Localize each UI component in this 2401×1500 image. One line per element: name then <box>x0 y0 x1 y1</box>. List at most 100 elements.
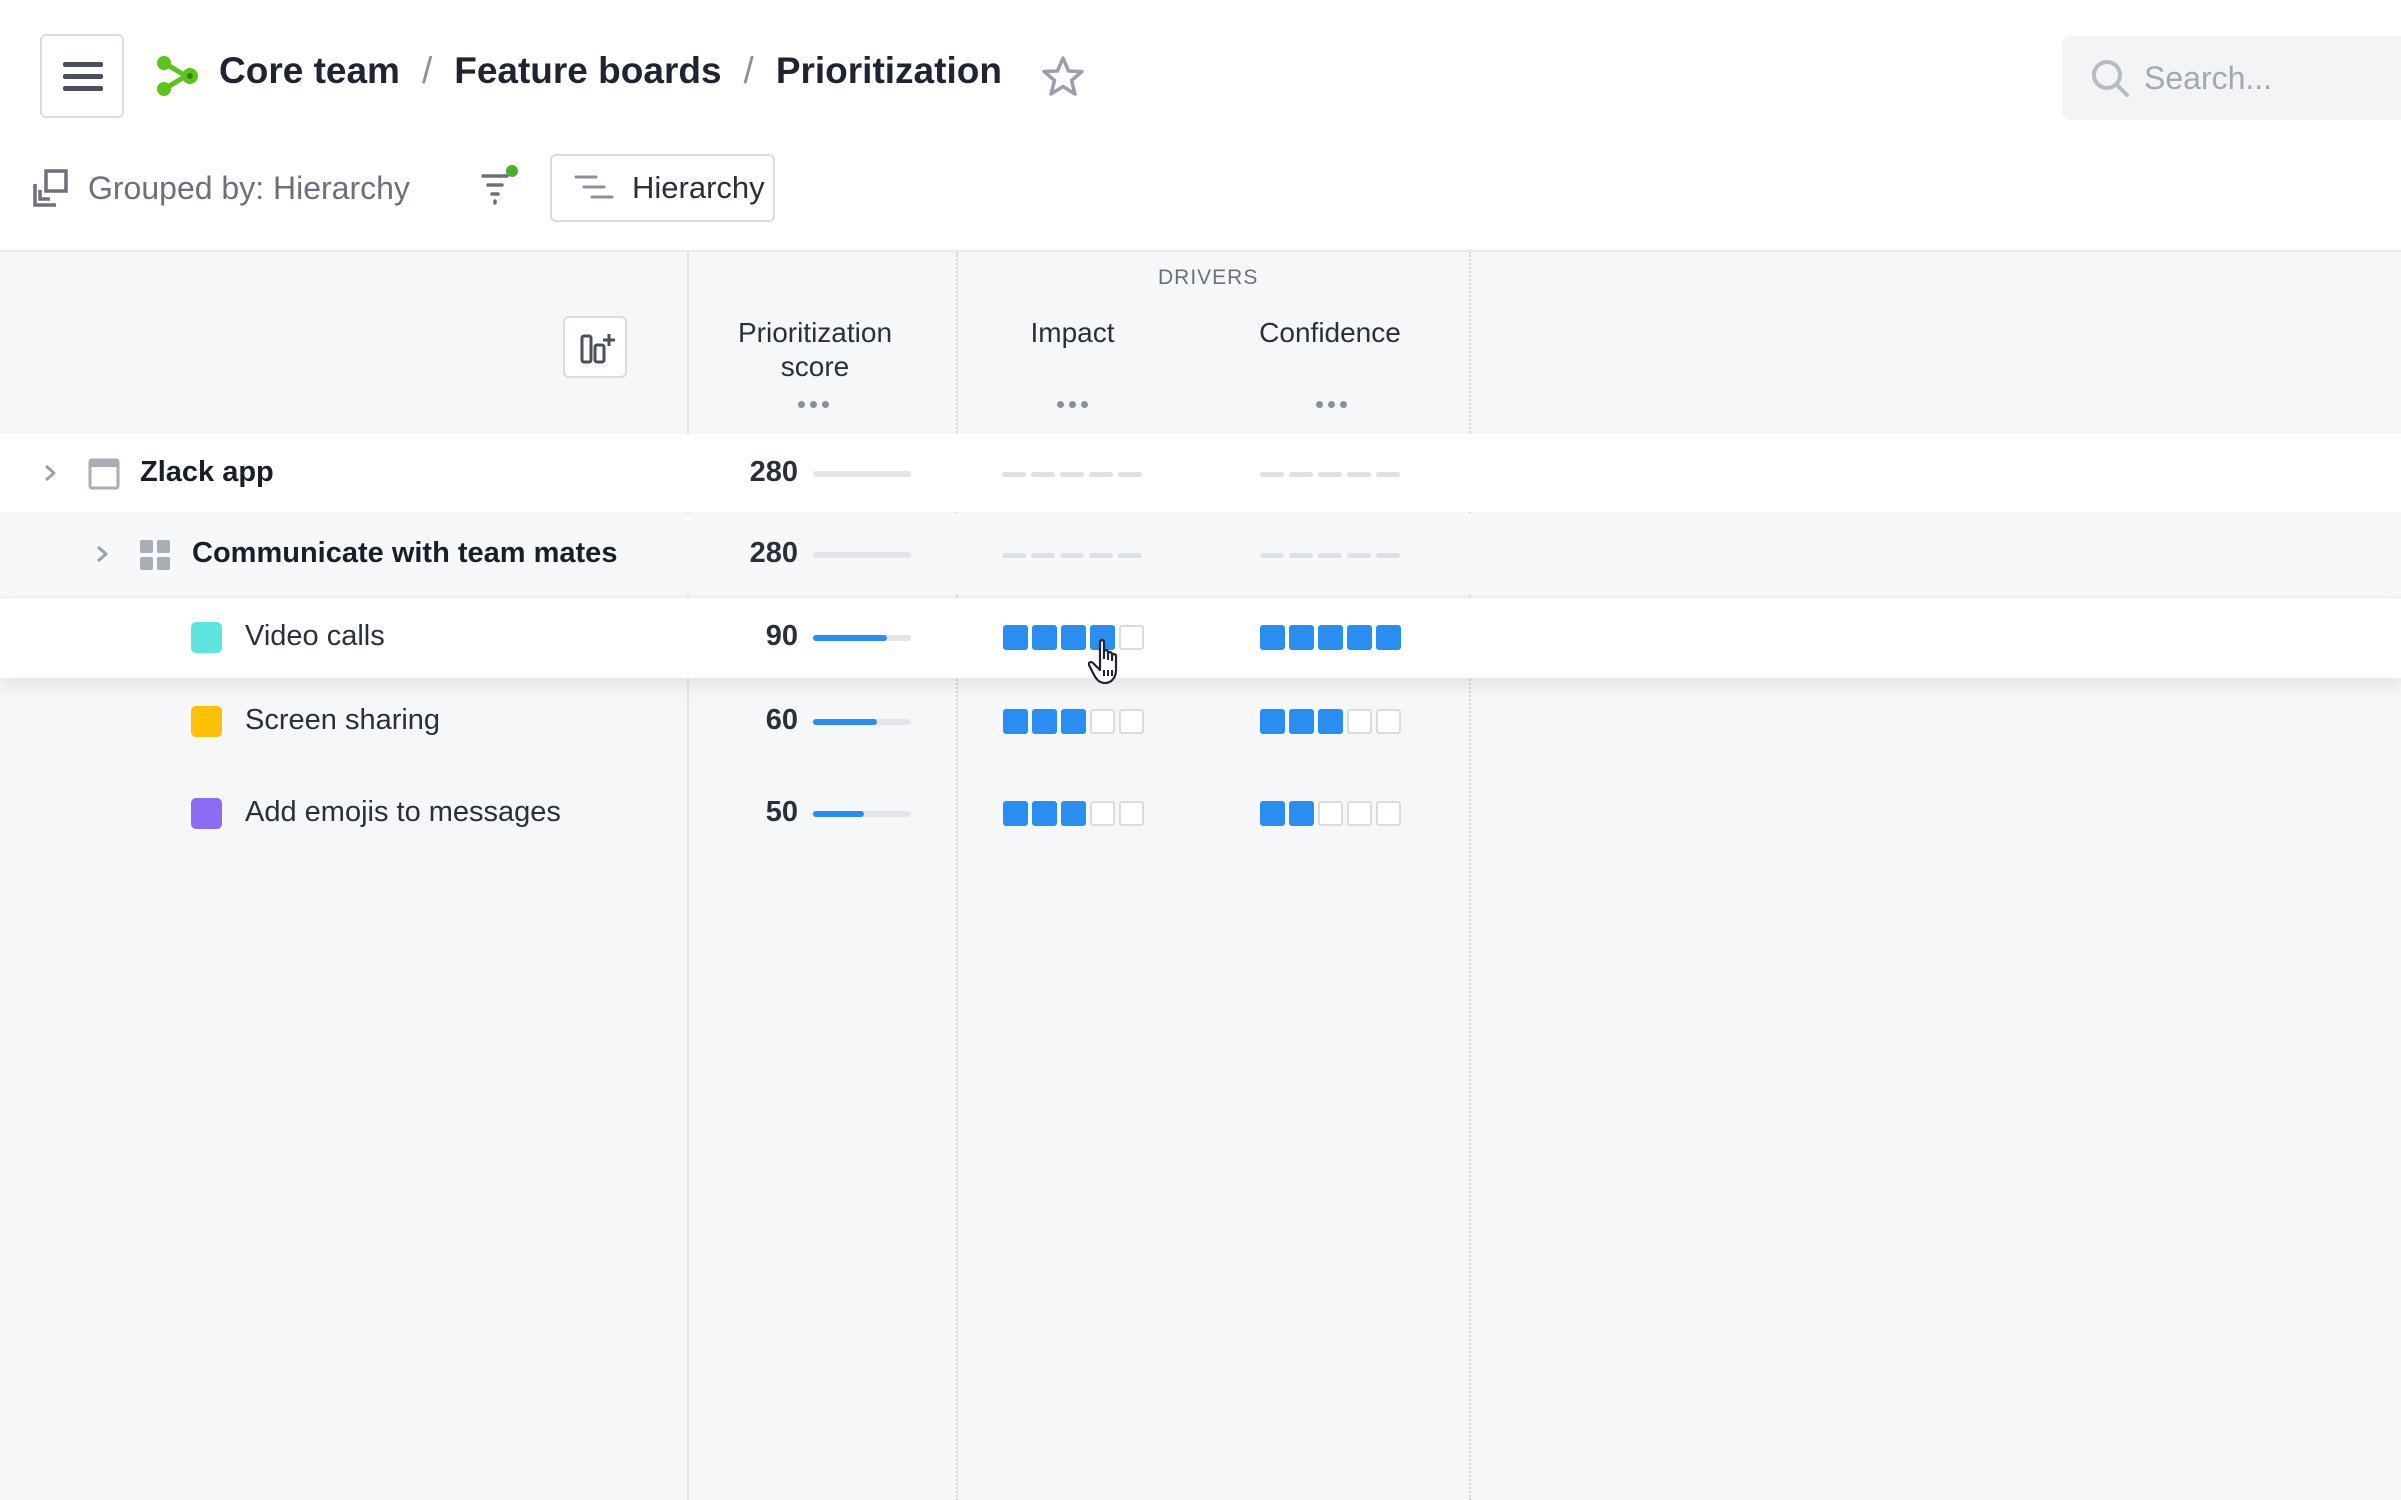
rating-square[interactable] <box>1260 709 1285 734</box>
score-bar <box>813 719 911 725</box>
confidence-rating[interactable] <box>1260 801 1401 826</box>
score-bar <box>813 811 911 817</box>
add-column-button[interactable] <box>563 316 627 378</box>
impact-column-menu-icon[interactable] <box>1057 401 1088 408</box>
feature-color-swatch <box>191 622 222 653</box>
product-icon <box>88 458 120 490</box>
feature-color-swatch <box>191 798 222 829</box>
row-score: 280 <box>749 537 798 569</box>
rating-square[interactable] <box>1347 709 1372 734</box>
breadcrumb-separator: / <box>421 50 433 91</box>
breadcrumb-separator: / <box>743 50 754 91</box>
workspace-logo-icon <box>157 56 198 96</box>
search-input[interactable] <box>2144 54 2394 102</box>
add-column-icon <box>580 334 615 364</box>
rating-square[interactable] <box>1260 625 1285 650</box>
row-label[interactable]: Add emojis to messages <box>245 796 561 829</box>
page-title: Prioritization <box>775 50 1002 91</box>
score-bar <box>813 471 911 477</box>
row-label[interactable]: Communicate with team mates <box>192 537 617 570</box>
impact-column-header[interactable]: Impact <box>1000 316 1145 350</box>
row-label[interactable]: Video calls <box>245 620 385 653</box>
rating-square[interactable] <box>1318 801 1343 826</box>
chevron-right-icon[interactable] <box>40 463 60 483</box>
hierarchy-button[interactable]: Hierarchy <box>550 154 775 222</box>
hierarchy-icon <box>574 175 614 199</box>
drivers-group-header: DRIVERS <box>1158 266 1259 289</box>
impact-placeholder <box>1002 472 1142 477</box>
rating-square[interactable] <box>1061 801 1086 826</box>
breadcrumb-workspace[interactable]: Core team <box>219 50 400 92</box>
rating-square[interactable] <box>1090 801 1115 826</box>
table-row[interactable]: Add emojis to messages 50 <box>0 776 2401 852</box>
confidence-rating[interactable] <box>1260 625 1401 650</box>
confidence-rating[interactable] <box>1260 709 1401 734</box>
rating-square[interactable] <box>1003 709 1028 734</box>
row-label[interactable]: Zlack app <box>140 456 274 489</box>
impact-rating[interactable] <box>1003 709 1144 734</box>
rating-square[interactable] <box>1260 801 1285 826</box>
grouped-by-label: Grouped by: Hierarchy <box>88 169 410 206</box>
table-row[interactable]: Communicate with team mates 280 <box>0 514 2401 594</box>
rating-square[interactable] <box>1318 625 1343 650</box>
rating-square[interactable] <box>1347 801 1372 826</box>
row-label[interactable]: Screen sharing <box>245 704 440 737</box>
confidence-placeholder <box>1260 472 1400 477</box>
menu-line <box>63 62 103 67</box>
rating-square[interactable] <box>1376 709 1401 734</box>
favorite-star-icon[interactable] <box>1040 54 1086 100</box>
score-column-header[interactable]: Prioritization score <box>720 316 910 384</box>
rating-square[interactable] <box>1289 709 1314 734</box>
rating-square[interactable] <box>1032 801 1057 826</box>
score-bar <box>813 552 911 558</box>
breadcrumb: Core team / Feature boards / Prioritizat… <box>219 50 1002 92</box>
rating-square[interactable] <box>1061 709 1086 734</box>
table-row[interactable]: Video calls 90 <box>0 598 2401 678</box>
rating-square[interactable] <box>1119 709 1144 734</box>
confidence-placeholder <box>1260 553 1400 558</box>
menu-line <box>63 86 103 91</box>
impact-placeholder <box>1002 553 1142 558</box>
rating-square[interactable] <box>1318 709 1343 734</box>
filter-icon[interactable] <box>480 164 520 206</box>
rating-square[interactable] <box>1289 625 1314 650</box>
score-bar-fill <box>813 635 887 641</box>
row-score: 50 <box>765 796 798 828</box>
hierarchy-button-label: Hierarchy <box>632 170 765 205</box>
menu-line <box>63 74 103 79</box>
score-header-line: Prioritization <box>737 317 893 348</box>
impact-rating[interactable] <box>1003 801 1144 826</box>
rating-square[interactable] <box>1003 801 1028 826</box>
row-score: 280 <box>749 456 798 488</box>
rating-square[interactable] <box>1032 625 1057 650</box>
rating-square[interactable] <box>1061 625 1086 650</box>
search-box[interactable] <box>2062 36 2401 120</box>
confidence-column-menu-icon[interactable] <box>1316 401 1347 408</box>
table-row[interactable]: Screen sharing 60 <box>0 684 2401 756</box>
rating-square[interactable] <box>1119 801 1144 826</box>
grouped-by-control[interactable]: Grouped by: Hierarchy <box>32 168 410 208</box>
score-column-menu-icon[interactable] <box>798 401 829 408</box>
row-score: 60 <box>765 704 798 736</box>
component-icon <box>140 540 170 570</box>
score-bar-fill <box>813 811 864 817</box>
breadcrumb-section[interactable]: Feature boards <box>454 50 721 92</box>
table-row[interactable]: Zlack app 280 <box>0 434 2401 512</box>
rating-square[interactable] <box>1032 709 1057 734</box>
confidence-column-header[interactable]: Confidence <box>1240 316 1420 350</box>
group-icon <box>33 169 68 207</box>
rating-square[interactable] <box>1289 801 1314 826</box>
rating-square[interactable] <box>1376 625 1401 650</box>
feature-color-swatch <box>191 706 222 737</box>
hand-cursor-icon <box>1088 639 1118 685</box>
rating-square[interactable] <box>1347 625 1372 650</box>
score-header-line: score <box>780 351 850 382</box>
rating-square[interactable] <box>1003 625 1028 650</box>
rating-square[interactable] <box>1090 709 1115 734</box>
menu-button[interactable] <box>40 34 124 118</box>
rating-square[interactable] <box>1376 801 1401 826</box>
chevron-right-icon[interactable] <box>92 544 112 564</box>
search-icon <box>2092 60 2129 97</box>
row-score: 90 <box>765 620 798 652</box>
score-bar <box>813 635 911 641</box>
